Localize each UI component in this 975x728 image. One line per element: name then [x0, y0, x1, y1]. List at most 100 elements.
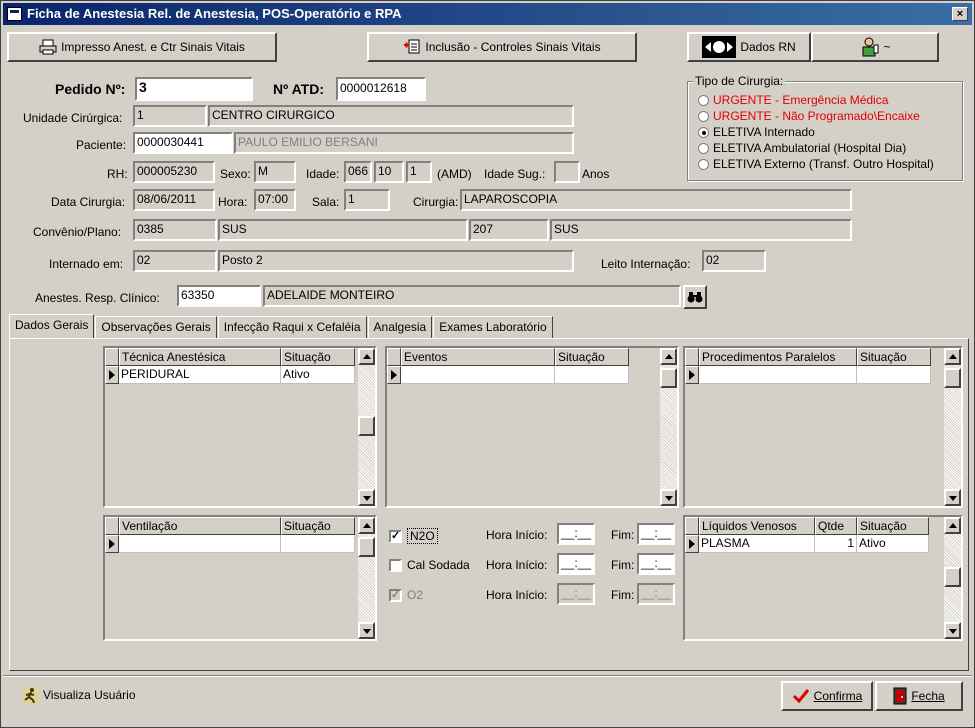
rn-button[interactable]: Dados RN [687, 32, 811, 62]
table-row[interactable] [685, 366, 931, 384]
cal-sodada-check-box[interactable] [389, 558, 402, 572]
n2o-label: N2O [407, 528, 438, 544]
radio-dot-icon[interactable] [698, 94, 709, 106]
situacao-cell[interactable] [555, 366, 629, 384]
internado-label: Internado em: [49, 257, 124, 271]
scroll-down-icon[interactable] [358, 489, 375, 506]
radio-dot-icon[interactable] [698, 142, 709, 154]
tecnica-col-header[interactable]: Técnica Anestésica [119, 348, 281, 366]
liquidos-scrollbar[interactable] [944, 517, 961, 639]
radio-urgente-nao-programado[interactable]: URGENTE - Não Programado\Encaixe [698, 109, 920, 123]
scroll-down-icon[interactable] [944, 622, 961, 639]
scroll-up-icon[interactable] [944, 348, 961, 365]
close-button[interactable]: × [952, 7, 968, 21]
scroll-thumb[interactable] [944, 567, 961, 587]
situacao-cell[interactable]: Ativo [281, 366, 355, 384]
situacao-col-header[interactable]: Situação [281, 348, 355, 366]
tecnica-scrollbar[interactable] [358, 348, 375, 506]
fecha-button[interactable]: Fecha [875, 681, 963, 711]
grid-corner [685, 517, 699, 535]
situacao-col-header[interactable]: Situação [857, 348, 931, 366]
n2o-hora-inicio-field[interactable]: __:__ [557, 523, 595, 545]
ventilacao-col-header[interactable]: Ventilação [119, 517, 281, 535]
procedimentos-grid[interactable]: Procedimentos Paralelos Situação [683, 346, 963, 508]
table-row[interactable] [387, 366, 629, 384]
anestes-code-field[interactable]: 63350 [177, 285, 261, 307]
title-bar: Ficha de Anestesia Rel. de Anestesia, PO… [3, 3, 972, 25]
visualiza-usuario-link[interactable]: Visualiza Usuário [23, 687, 136, 703]
qtde-col-header[interactable]: Qtde [815, 517, 857, 535]
n2o-checkbox[interactable]: ✓ N2O [389, 528, 438, 544]
situacao-col-header[interactable]: Situação [555, 348, 629, 366]
search-anestesista-button[interactable] [683, 285, 707, 309]
scroll-thumb[interactable] [358, 537, 375, 557]
situacao-col-header[interactable]: Situação [857, 517, 929, 535]
tab-exames-laboratorio[interactable]: Exames Laboratório [433, 316, 553, 338]
liquidos-col-header[interactable]: Líquidos Venosos [699, 517, 815, 535]
procedimentos-scrollbar[interactable] [944, 348, 961, 506]
print-button[interactable]: Impresso Anest. e Ctr Sinais Vitais [7, 32, 277, 62]
eventos-scrollbar[interactable] [660, 348, 677, 506]
situacao-cell[interactable] [857, 366, 931, 384]
pedido-field[interactable]: 3 [135, 77, 253, 101]
eventos-cell[interactable] [401, 366, 555, 384]
unidade-code-field[interactable]: 1 [133, 105, 207, 127]
n2o-check-box[interactable]: ✓ [389, 529, 402, 543]
table-row[interactable]: PLASMA 1 Ativo [685, 535, 929, 553]
inclusion-button[interactable]: Inclusão - Controles Sinais Vitais [367, 32, 637, 62]
radio-dot-icon[interactable] [698, 126, 709, 138]
radio-urgente-emergencia[interactable]: URGENTE - Emergência Médica [698, 93, 888, 107]
cal-fim-field[interactable]: __:__ [637, 553, 675, 575]
liquidos-grid[interactable]: Líquidos Venosos Qtde Situação PLASMA 1 Ativ… [683, 515, 963, 641]
cal-hora-inicio-field[interactable]: __:__ [557, 553, 595, 575]
tab-observacoes-gerais[interactable]: Observações Gerais [95, 316, 217, 338]
scroll-down-icon[interactable] [358, 622, 375, 639]
atd-field[interactable]: 0000012618 [336, 77, 426, 101]
paciente-label: Paciente: [76, 138, 127, 152]
print-label: Impresso Anest. e Ctr Sinais Vitais [61, 40, 245, 54]
ventilacao-grid[interactable]: Ventilação Situação [103, 515, 377, 641]
eventos-grid[interactable]: Eventos Situação [385, 346, 679, 508]
procedimentos-col-header[interactable]: Procedimentos Paralelos [699, 348, 857, 366]
situacao-cell[interactable]: Ativo [857, 535, 929, 553]
cirurgia-field: LAPAROSCOPIA [460, 189, 852, 211]
cal-sodada-checkbox[interactable]: Cal Sodada [389, 558, 470, 572]
scroll-down-icon[interactable] [944, 489, 961, 506]
tab-analgesia[interactable]: Analgesia [367, 316, 433, 338]
scroll-up-icon[interactable] [660, 348, 677, 365]
radio-dot-icon[interactable] [698, 158, 709, 170]
radio-eletiva-externo[interactable]: ELETIVA Externo (Transf. Outro Hospital) [698, 157, 934, 171]
radio-eletiva-ambulatorial[interactable]: ELETIVA Ambulatorial (Hospital Dia) [698, 141, 906, 155]
situacao-cell[interactable] [281, 535, 355, 553]
n2o-fim-field[interactable]: __:__ [637, 523, 675, 545]
scroll-thumb[interactable] [358, 416, 375, 436]
scroll-up-icon[interactable] [358, 348, 375, 365]
idade-sug-field [554, 161, 580, 183]
scroll-up-icon[interactable] [358, 517, 375, 534]
scroll-down-icon[interactable] [660, 489, 677, 506]
paciente-code-field[interactable]: 0000030441 [133, 132, 233, 154]
tecnica-grid[interactable]: Técnica Anestésica Situação PERIDURAL Ativ… [103, 346, 377, 508]
scroll-thumb[interactable] [944, 368, 961, 388]
confirma-button[interactable]: Confirma [781, 681, 873, 711]
situacao-col-header[interactable]: Situação [281, 517, 355, 535]
scroll-up-icon[interactable] [944, 517, 961, 534]
procedimentos-cell[interactable] [699, 366, 857, 384]
scroll-thumb[interactable] [660, 368, 677, 388]
pedido-label: Pedido Nº: [55, 81, 126, 97]
eventos-col-header[interactable]: Eventos [401, 348, 555, 366]
radio-label: URGENTE - Emergência Médica [713, 93, 889, 107]
user-button[interactable]: ~ [811, 32, 939, 62]
radio-dot-icon[interactable] [698, 110, 709, 122]
tab-infeccao-raqui[interactable]: Infecção Raqui x Cefaléia [217, 316, 367, 338]
ventilacao-scrollbar[interactable] [358, 517, 375, 639]
table-row[interactable] [105, 535, 355, 553]
table-row[interactable]: PERIDURAL Ativo [105, 366, 355, 384]
ventilacao-cell[interactable] [119, 535, 281, 553]
tecnica-cell[interactable]: PERIDURAL [119, 366, 281, 384]
radio-eletiva-internado[interactable]: ELETIVA Internado [698, 125, 815, 139]
qtde-cell[interactable]: 1 [815, 535, 857, 553]
liquidos-cell[interactable]: PLASMA [699, 535, 815, 553]
tab-dados-gerais[interactable]: Dados Gerais [9, 314, 95, 338]
sexo-field: M [254, 161, 296, 183]
